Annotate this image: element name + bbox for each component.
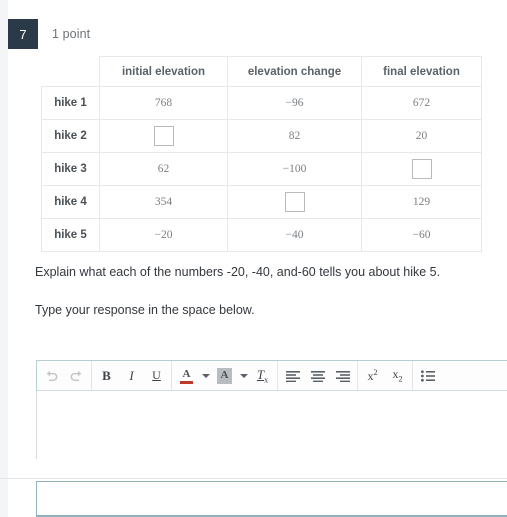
table-row: hike 3 62 −100: [41, 152, 482, 186]
toolbar-group-align: [278, 361, 358, 390]
cell-hike-4-elevation-change[interactable]: [227, 185, 362, 219]
cell-hike-2-initial-elevation[interactable]: [99, 119, 228, 153]
align-center-icon[interactable]: [305, 363, 330, 388]
rich-text-editor: B I U A A Tx x2 x2: [36, 360, 507, 460]
row-label-hike-1: hike 1: [41, 86, 100, 120]
answer-blank-box[interactable]: [284, 192, 305, 212]
italic-icon[interactable]: I: [119, 363, 144, 388]
row-label-hike-5: hike 5: [41, 218, 100, 252]
highlight-color-chevron-down-icon[interactable]: [237, 363, 250, 388]
question-points-label: 1 point: [52, 27, 91, 41]
toolbar-group-color: A A Tx: [172, 361, 278, 390]
cell-hike-4-final-elevation: 129: [361, 185, 482, 219]
editor-content-area[interactable]: [36, 391, 507, 459]
cell-hike-1-initial-elevation: 768: [99, 86, 228, 120]
toolbar-group-style: B I U: [92, 361, 172, 390]
redo-icon[interactable]: [64, 363, 89, 388]
bold-icon[interactable]: B: [94, 363, 119, 388]
table-row: hike 4 354 129: [41, 185, 482, 219]
answer-blank-box[interactable]: [153, 126, 174, 146]
question-header: 7 1 point: [8, 19, 90, 49]
text-color-icon[interactable]: A: [174, 363, 199, 388]
cell-hike-1-elevation-change: −96: [227, 86, 362, 120]
superscript-icon[interactable]: x2: [360, 363, 385, 388]
section-divider: [0, 478, 507, 479]
text-color-chevron-down-icon[interactable]: [199, 363, 212, 388]
table-header-initial-elevation: initial elevation: [99, 56, 228, 87]
left-rail: [0, 0, 8, 517]
hike-elevation-table: initial elevation elevation change final…: [41, 56, 482, 252]
cell-hike-5-final-elevation: −60: [361, 218, 482, 252]
cell-hike-2-elevation-change: 82: [227, 119, 362, 153]
align-left-icon[interactable]: [280, 363, 305, 388]
cell-hike-5-initial-elevation: −20: [99, 218, 228, 252]
table-header-row: initial elevation elevation change final…: [41, 56, 482, 87]
cell-hike-3-final-elevation[interactable]: [361, 152, 482, 186]
cell-hike-5-elevation-change: −40: [227, 218, 362, 252]
cell-hike-1-final-elevation: 672: [361, 86, 482, 120]
highlight-color-icon[interactable]: A: [212, 363, 237, 388]
toolbar-group-history: [37, 361, 92, 390]
underline-icon[interactable]: U: [144, 363, 169, 388]
answer-blank-box[interactable]: [411, 159, 432, 179]
row-label-hike-3: hike 3: [41, 152, 100, 186]
subscript-icon[interactable]: x2: [385, 363, 410, 388]
question-prompt-text: Explain what each of the numbers -20, -4…: [35, 265, 441, 279]
cell-hike-2-final-elevation: 20: [361, 119, 482, 153]
bullet-list-icon[interactable]: [415, 363, 440, 388]
question-number-badge: 7: [8, 19, 38, 49]
response-input-box[interactable]: [36, 481, 507, 517]
table-header-corner: [41, 56, 100, 87]
row-label-hike-2: hike 2: [41, 119, 100, 153]
undo-icon[interactable]: [39, 363, 64, 388]
table-row: hike 5 −20 −40 −60: [41, 218, 482, 252]
response-instruction-text: Type your response in the space below.: [35, 303, 255, 317]
table-header-final-elevation: final elevation: [361, 56, 482, 87]
remove-format-icon[interactable]: Tx: [250, 363, 275, 388]
table-header-elevation-change: elevation change: [227, 56, 362, 87]
align-right-icon[interactable]: [330, 363, 355, 388]
editor-toolbar: B I U A A Tx x2 x2: [36, 360, 507, 391]
question-page: 7 1 point initial elevation elevation ch…: [0, 0, 507, 517]
toolbar-group-list: [413, 361, 442, 390]
cell-hike-3-elevation-change: −100: [227, 152, 362, 186]
toolbar-group-script: x2 x2: [358, 361, 413, 390]
table-row: hike 2 82 20: [41, 119, 482, 153]
cell-hike-4-initial-elevation: 354: [99, 185, 228, 219]
cell-hike-3-initial-elevation: 62: [99, 152, 228, 186]
table-row: hike 1 768 −96 672: [41, 86, 482, 120]
row-label-hike-4: hike 4: [41, 185, 100, 219]
